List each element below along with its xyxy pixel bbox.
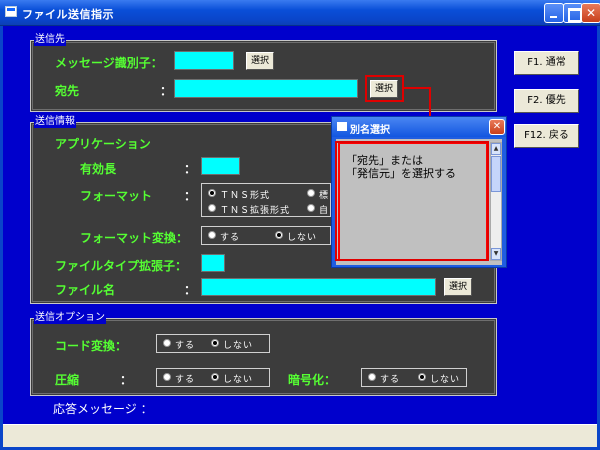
maximize-button[interactable] [563,3,583,23]
message-id-label: メッセージ識別子： [55,56,163,70]
compress-option-yes: する [175,375,196,385]
popup-content-highlight [335,141,489,261]
address-select-highlight [365,75,404,102]
window-title: ファイル送信指示 [22,8,114,21]
format-radio-tns[interactable] [208,189,216,197]
compress-radio-no[interactable] [211,373,219,381]
main-window: ファイル送信指示 ✕ 送信先 メッセージ識別子： 選択 宛先 ： 選択 送信情報… [0,0,600,450]
annotation-line-horizontal [404,87,431,89]
status-bar [3,424,597,447]
valid-length-field[interactable] [201,157,240,175]
send-options-group-label: 送信オプション [34,312,106,324]
encrypt-label: 暗号化： [288,373,337,387]
encrypt-radio-yes[interactable] [368,373,376,381]
title-bar: ファイル送信指示 ✕ [0,0,600,26]
f12-back-button[interactable]: F12. 戻る [514,124,579,148]
scroll-up-arrow-icon[interactable]: ▲ [491,143,501,155]
format-label: フォーマット [80,189,153,203]
format-convert-radio-no[interactable] [275,231,283,239]
f1-normal-button[interactable]: F1. 通常 [514,51,579,75]
response-message-label: 応答メッセージ ： [53,402,153,416]
encrypt-radio-no[interactable] [418,373,426,381]
f2-priority-button[interactable]: F2. 優先 [514,89,579,113]
popup-close-button[interactable]: ✕ [489,119,505,135]
code-convert-option-no: しない [223,341,254,351]
application-label: アプリケーション [55,137,151,151]
close-button[interactable]: ✕ [581,3,600,23]
send-info-group-label: 送信情報 [34,116,76,128]
filename-label: ファイル名 [55,283,116,297]
code-convert-radio-no[interactable] [211,339,219,347]
code-convert-radio-yes[interactable] [163,339,171,347]
format-radio-custom[interactable] [307,204,315,212]
encrypt-option-no: しない [430,375,461,385]
compress-radio-yes[interactable] [163,373,171,381]
message-id-select-button[interactable]: 選択 [246,52,274,70]
valid-length-label: 有効長 [80,162,117,176]
code-convert-label: コード変換： [55,339,128,353]
app-icon [5,6,17,17]
valid-length-colon: ： [184,162,197,176]
format-convert-label: フォーマット変換： [80,231,189,245]
format-radio-tns-ext[interactable] [208,204,216,212]
format-convert-option-no: しない [287,233,318,243]
address-colon: ： [160,84,173,98]
scroll-thumb[interactable] [491,156,501,192]
format-option-standard: 標 [319,191,330,201]
format-radio-standard[interactable] [307,189,315,197]
format-convert-option-yes: する [220,233,241,243]
address-field[interactable] [174,79,358,98]
compress-option-no: しない [223,375,254,385]
format-convert-radio-yes[interactable] [208,231,216,239]
popup-scrollbar[interactable]: ▲ ▼ [490,142,502,261]
filetype-ext-label: ファイルタイプ拡張子： [55,259,188,273]
filename-colon: ： [184,283,197,297]
compress-colon: ： [120,373,133,387]
popup-title-bar: 別名選択 ✕ [332,117,506,137]
format-colon: ： [184,189,197,203]
filetype-ext-field[interactable] [201,254,225,272]
filename-field[interactable] [201,278,436,296]
code-convert-option-yes: する [175,341,196,351]
popup-title: 別名選択 [350,125,390,136]
scroll-down-arrow-icon[interactable]: ▼ [491,248,501,260]
compress-label: 圧縮 [55,373,80,387]
encrypt-option-yes: する [380,375,401,385]
minimize-button[interactable] [544,3,564,23]
destination-group-label: 送信先 [34,34,66,46]
format-option-custom: 自 [319,206,330,216]
format-option-tns-ext: ＴＮＳ拡張形式 [220,206,291,216]
message-id-field[interactable] [174,51,234,70]
address-label: 宛先 [55,84,80,98]
format-option-tns: ＴＮＳ形式 [220,191,271,201]
popup-app-icon [337,122,347,131]
destination-group: 送信先 [30,34,497,112]
filename-select-button[interactable]: 選択 [444,278,472,296]
